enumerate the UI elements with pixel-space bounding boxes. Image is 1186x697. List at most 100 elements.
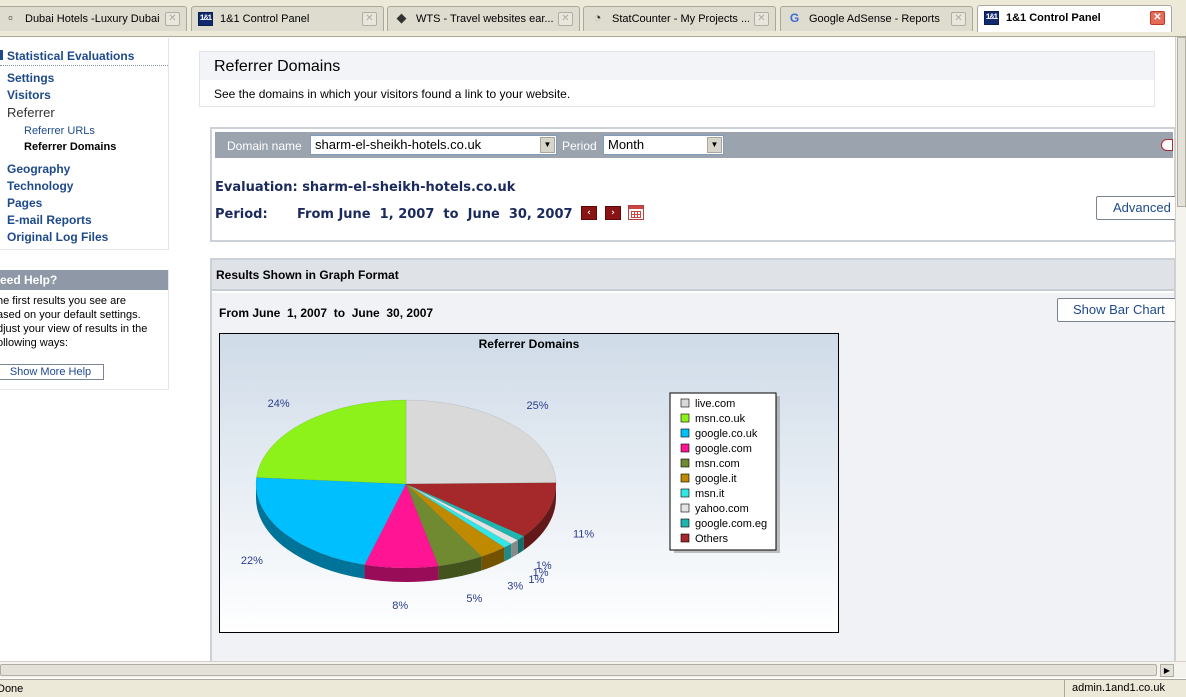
sidebar-section-title[interactable]: Statistical Evaluations	[0, 48, 168, 66]
tab-label: Dubai Hotels -Luxury Dubai...	[25, 13, 160, 25]
legend-swatch-google-it	[680, 473, 690, 483]
tab-statcounter[interactable]: ◔ StatCounter - My Projects ... ✕	[583, 6, 776, 31]
close-icon[interactable]: ✕	[754, 12, 769, 26]
close-icon[interactable]: ✕	[1150, 11, 1165, 25]
sidebar-item-visitors[interactable]: Visitors	[7, 88, 51, 102]
pie-label-others: 11%	[573, 529, 594, 541]
collapse-icon[interactable]	[1161, 139, 1173, 151]
help-line: ased on your default settings.	[0, 309, 141, 321]
calendar-icon[interactable]	[628, 205, 644, 220]
close-icon[interactable]: ✕	[951, 12, 966, 26]
sidebar-item-geography[interactable]: Geography	[7, 162, 70, 176]
legend-swatch-yahoo-com	[680, 503, 690, 513]
vertical-scroll-thumb[interactable]	[1177, 37, 1186, 207]
filter-bar: Domain name sharm-el-sheikh-hotels.co.uk…	[215, 132, 1173, 158]
show-more-help-button[interactable]: Show More Help	[0, 364, 104, 380]
tab-label: 1&1 Control Panel	[1006, 12, 1101, 24]
wts-icon: ◆	[396, 10, 407, 25]
vertical-scrollbar[interactable]	[1175, 37, 1186, 661]
tab-google-adsense[interactable]: G Google AdSense - Reports ✕	[780, 6, 973, 31]
close-icon[interactable]: ✕	[558, 12, 573, 26]
results-range: From June 1, 2007 to June 30, 2007	[219, 306, 434, 320]
chart-title: Referrer Domains	[479, 337, 580, 351]
results-title: Results Shown in Graph Format	[216, 268, 399, 282]
close-icon[interactable]: ✕	[165, 12, 180, 26]
page-title: Referrer Domains	[214, 58, 341, 75]
legend-label-live-com: live.com	[695, 398, 735, 410]
show-bar-chart-button[interactable]: Show Bar Chart	[1057, 298, 1177, 322]
status-host: admin.1and1.co.uk	[1064, 680, 1174, 697]
legend-swatch-google-co-uk	[680, 428, 690, 438]
next-period-icon[interactable]: ›	[605, 206, 621, 220]
pie-label-msn-it: 1%	[528, 574, 544, 586]
referrer-domains-pie-chart: Referrer Domains 25%11%1%1%1%3%5%8%22%24…	[219, 333, 839, 633]
legend-label-others: Others	[695, 533, 729, 545]
help-title: eed Help?	[0, 270, 168, 290]
section-bullet-icon	[0, 50, 3, 60]
tab-label: WTS - Travel websites ear...	[416, 13, 553, 25]
tab-wts[interactable]: ◆ WTS - Travel websites ear... ✕	[387, 6, 580, 31]
legend-swatch-others	[680, 533, 690, 543]
sidebar-item-technology[interactable]: Technology	[7, 179, 73, 193]
1and1-icon: 1&1	[198, 12, 213, 26]
domain-name-label: Domain name	[227, 139, 302, 153]
sidebar-nav: Statistical Evaluations Settings Visitor…	[0, 38, 169, 250]
status-text: Done	[0, 683, 24, 695]
status-bar: Done admin.1and1.co.uk	[0, 679, 1186, 697]
statcounter-icon: ◔	[593, 10, 602, 25]
pie-label-msn-co-uk: 24%	[268, 398, 290, 410]
sidebar-item-email-reports[interactable]: E-mail Reports	[7, 213, 92, 227]
advanced-button[interactable]: Advanced	[1096, 196, 1186, 220]
scroll-right-icon[interactable]: ▶	[1160, 664, 1174, 677]
sidebar-item-original-log-files[interactable]: Original Log Files	[7, 230, 108, 244]
1and1-icon: 1&1	[984, 11, 999, 25]
sidebar-item-settings[interactable]: Settings	[7, 71, 54, 85]
close-icon[interactable]: ✕	[362, 12, 377, 26]
legend-swatch-live-com	[680, 398, 690, 408]
period-value: Month	[608, 137, 645, 152]
pie-label-msn-com: 5%	[466, 593, 482, 605]
chevron-down-icon[interactable]: ▼	[707, 137, 722, 153]
legend-label-msn-com: msn.com	[695, 458, 740, 470]
help-line: he first results you see are	[0, 295, 127, 307]
sidebar-item-referrer-domains[interactable]: Referrer Domains	[24, 141, 116, 153]
page-description: See the domains in which your visitors f…	[214, 87, 571, 101]
period-range: From June 1, 2007 to June 30, 2007	[297, 207, 573, 222]
legend-swatch-msn-com	[680, 458, 690, 468]
evaluation-title: Evaluation: sharm-el-sheikh-hotels.co.uk	[215, 180, 516, 195]
horizontal-scrollbar[interactable]: ▶	[0, 661, 1186, 678]
help-line: djust your view of results in the	[0, 323, 148, 335]
tab-dubai-hotels[interactable]: ▫ Dubai Hotels -Luxury Dubai... ✕	[0, 6, 187, 31]
sidebar-item-referrer-urls[interactable]: Referrer URLs	[24, 125, 95, 137]
sidebar-item-referrer[interactable]: Referrer	[7, 105, 55, 120]
document-icon: ▫	[8, 10, 13, 25]
title-strip	[200, 52, 1154, 80]
domain-name-select[interactable]: sharm-el-sheikh-hotels.co.uk ▼	[310, 135, 557, 155]
tab-1and1-control-panel[interactable]: 1&1 1&1 Control Panel ✕	[191, 6, 384, 31]
tab-1and1-control-panel-active[interactable]: 1&1 1&1 Control Panel ✕	[977, 5, 1172, 32]
help-text: he first results you see are ased on you…	[0, 294, 163, 350]
page-header: Referrer Domains See the domains in whic…	[199, 51, 1155, 107]
period-caption: Period:	[215, 207, 268, 222]
legend-label-google-co-uk: google.co.uk	[695, 428, 758, 440]
pie-top	[255, 399, 557, 569]
domain-name-value: sharm-el-sheikh-hotels.co.uk	[315, 137, 482, 152]
previous-period-icon[interactable]: ‹	[581, 206, 597, 220]
pie-label-google-co-uk: 22%	[241, 555, 263, 567]
results-header: Results Shown in Graph Format	[212, 260, 1174, 291]
legend-label-google-it: google.it	[695, 473, 737, 485]
tab-label: 1&1 Control Panel	[220, 13, 310, 25]
tab-label: StatCounter - My Projects ...	[612, 13, 749, 25]
period-select[interactable]: Month ▼	[603, 135, 724, 155]
tab-label: Google AdSense - Reports	[809, 13, 940, 25]
pie-label-live-com: 25%	[527, 400, 549, 412]
google-icon: G	[789, 11, 800, 25]
pie-label-google-it: 3%	[507, 580, 523, 592]
legend-label-google-com-eg: google.com.eg	[695, 518, 767, 530]
horizontal-scroll-thumb[interactable]	[0, 664, 1157, 676]
legend-label-msn-it: msn.it	[695, 488, 724, 500]
help-line: ollowing ways:	[0, 337, 68, 349]
chevron-down-icon[interactable]: ▼	[540, 137, 555, 153]
legend-swatch-msn-it	[680, 488, 690, 498]
sidebar-item-pages[interactable]: Pages	[7, 196, 42, 210]
